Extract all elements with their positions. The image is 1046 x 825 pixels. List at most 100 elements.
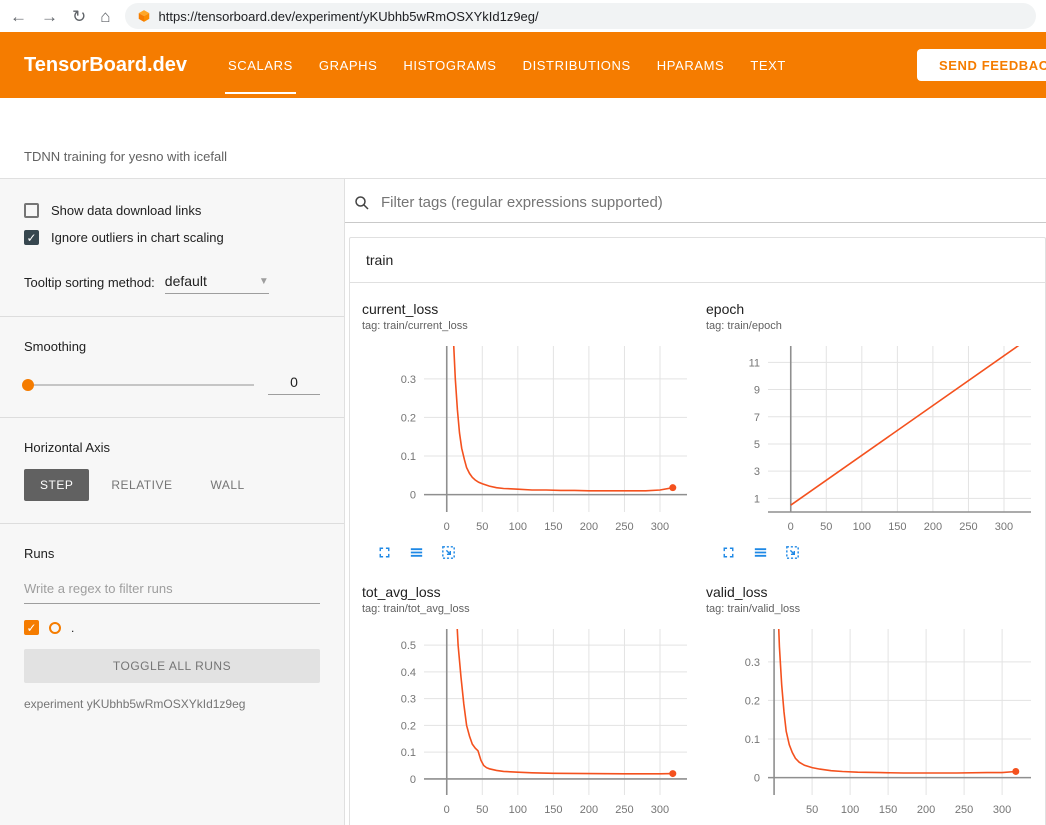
chart-title: valid_loss: [706, 584, 1042, 600]
address-bar[interactable]: https://tensorboard.dev/experiment/yKUbh…: [125, 3, 1036, 29]
axis-step-button[interactable]: STEP: [24, 469, 89, 501]
ignore-outliers-checkbox[interactable]: ✓: [24, 230, 39, 245]
forward-icon[interactable]: →: [41, 8, 58, 25]
divider: [0, 523, 344, 524]
svg-text:150: 150: [888, 521, 906, 533]
line-chart[interactable]: 00.10.20.350100150200250300: [706, 623, 1036, 821]
svg-text:0: 0: [410, 490, 416, 502]
settings-sidebar: Show data download links ✓ Ignore outlie…: [0, 179, 345, 825]
svg-text:150: 150: [879, 804, 897, 816]
line-chart[interactable]: 1357911050100150200250300: [706, 340, 1036, 538]
url-text: https://tensorboard.dev/experiment/yKUbh…: [159, 9, 539, 24]
svg-text:300: 300: [651, 804, 669, 816]
svg-text:50: 50: [476, 521, 488, 533]
smoothing-label: Smoothing: [24, 339, 320, 354]
svg-text:9: 9: [754, 385, 760, 397]
line-chart[interactable]: 00.10.20.30.40.5050100150200250300: [362, 623, 692, 821]
ignore-outliers-row[interactable]: ✓ Ignore outliers in chart scaling: [24, 230, 320, 245]
main-nav: SCALARS GRAPHS HISTOGRAMS DISTRIBUTIONS …: [215, 32, 799, 98]
expand-chart-icon[interactable]: [720, 544, 738, 562]
home-icon[interactable]: ⌂: [100, 8, 110, 25]
show-download-links-checkbox[interactable]: [24, 203, 39, 218]
svg-text:100: 100: [853, 521, 871, 533]
svg-text:0.2: 0.2: [401, 720, 416, 732]
svg-text:0: 0: [444, 521, 450, 533]
chevron-down-icon: ▼: [259, 276, 269, 287]
line-chart[interactable]: 00.10.20.3050100150200250300: [362, 340, 692, 538]
run-row[interactable]: ✓ .: [24, 620, 320, 635]
svg-text:0.1: 0.1: [745, 734, 760, 746]
run-color-icon: [49, 622, 61, 634]
experiment-caption: experiment yKUbhb5wRmOSXYkId1z9eg: [24, 697, 320, 711]
smoothing-slider-thumb[interactable]: [22, 379, 34, 391]
expand-chart-icon[interactable]: [376, 544, 394, 562]
runs-filter-input[interactable]: [24, 575, 320, 604]
tab-scalars[interactable]: SCALARS: [215, 32, 306, 98]
svg-text:50: 50: [806, 804, 818, 816]
smoothing-slider[interactable]: [24, 384, 254, 386]
tag-filter-input[interactable]: [379, 193, 1046, 212]
tab-histograms[interactable]: HISTOGRAMS: [390, 32, 509, 98]
svg-text:150: 150: [544, 521, 562, 533]
svg-text:5: 5: [754, 439, 760, 451]
tab-hparams[interactable]: HPARAMS: [644, 32, 738, 98]
svg-text:300: 300: [993, 804, 1011, 816]
svg-text:250: 250: [955, 804, 973, 816]
run-checkbox[interactable]: ✓: [24, 620, 39, 635]
smoothing-value[interactable]: 0: [268, 374, 320, 395]
svg-text:0.3: 0.3: [745, 657, 760, 669]
svg-text:0.1: 0.1: [401, 451, 416, 463]
chart-tag: tag: train/current_loss: [362, 320, 698, 332]
svg-text:250: 250: [615, 521, 633, 533]
tooltip-sorting-value: default: [165, 273, 207, 289]
svg-text:0.4: 0.4: [401, 667, 416, 679]
back-icon[interactable]: ←: [10, 8, 27, 25]
svg-text:150: 150: [544, 804, 562, 816]
fit-domain-icon[interactable]: [440, 544, 458, 562]
horizontal-axis-label: Horizontal Axis: [24, 440, 320, 455]
svg-text:0.1: 0.1: [401, 747, 416, 759]
toggle-runs-icon[interactable]: [752, 544, 770, 562]
toggle-runs-icon[interactable]: [408, 544, 426, 562]
svg-text:100: 100: [509, 804, 527, 816]
axis-relative-button[interactable]: RELATIVE: [95, 469, 188, 501]
send-feedback-button[interactable]: SEND FEEDBACK: [917, 49, 1046, 81]
svg-text:7: 7: [754, 412, 760, 424]
toggle-all-runs-button[interactable]: TOGGLE ALL RUNS: [24, 649, 320, 683]
charts-grid: current_losstag: train/current_loss00.10…: [350, 283, 1045, 825]
axis-wall-button[interactable]: WALL: [194, 469, 260, 501]
svg-text:3: 3: [754, 466, 760, 478]
chart-actions: [706, 544, 1042, 562]
svg-text:200: 200: [580, 804, 598, 816]
chart-tag: tag: train/epoch: [706, 320, 1042, 332]
site-favicon: [137, 9, 151, 23]
svg-text:300: 300: [995, 521, 1013, 533]
show-download-links-row[interactable]: Show data download links: [24, 203, 320, 218]
svg-text:0: 0: [444, 804, 450, 816]
chart-title: epoch: [706, 301, 1042, 317]
svg-text:200: 200: [917, 804, 935, 816]
divider: [0, 417, 344, 418]
svg-text:11: 11: [749, 357, 760, 369]
brand-title: TensorBoard.dev: [24, 32, 187, 98]
svg-text:0: 0: [788, 521, 794, 533]
show-download-links-label: Show data download links: [51, 203, 201, 218]
tab-text[interactable]: TEXT: [737, 32, 799, 98]
svg-text:100: 100: [841, 804, 859, 816]
tooltip-sorting-dropdown[interactable]: default ▼: [165, 271, 269, 294]
fit-domain-icon[interactable]: [784, 544, 802, 562]
tooltip-sorting-label: Tooltip sorting method:: [24, 275, 155, 290]
runs-label: Runs: [24, 546, 320, 561]
reload-icon[interactable]: ↻: [72, 8, 86, 25]
svg-text:250: 250: [615, 804, 633, 816]
svg-text:50: 50: [820, 521, 832, 533]
svg-text:0.3: 0.3: [401, 374, 416, 386]
tab-graphs[interactable]: GRAPHS: [306, 32, 391, 98]
experiment-title: TDNN training for yesno with icefall: [24, 149, 227, 164]
tab-distributions[interactable]: DISTRIBUTIONS: [510, 32, 644, 98]
train-group-header[interactable]: train: [350, 238, 1045, 283]
chart-card-tot_avg_loss: tot_avg_losstag: train/tot_avg_loss00.10…: [362, 584, 698, 825]
chart-tag: tag: train/valid_loss: [706, 603, 1042, 615]
svg-text:0.2: 0.2: [745, 695, 760, 707]
divider: [0, 316, 344, 317]
